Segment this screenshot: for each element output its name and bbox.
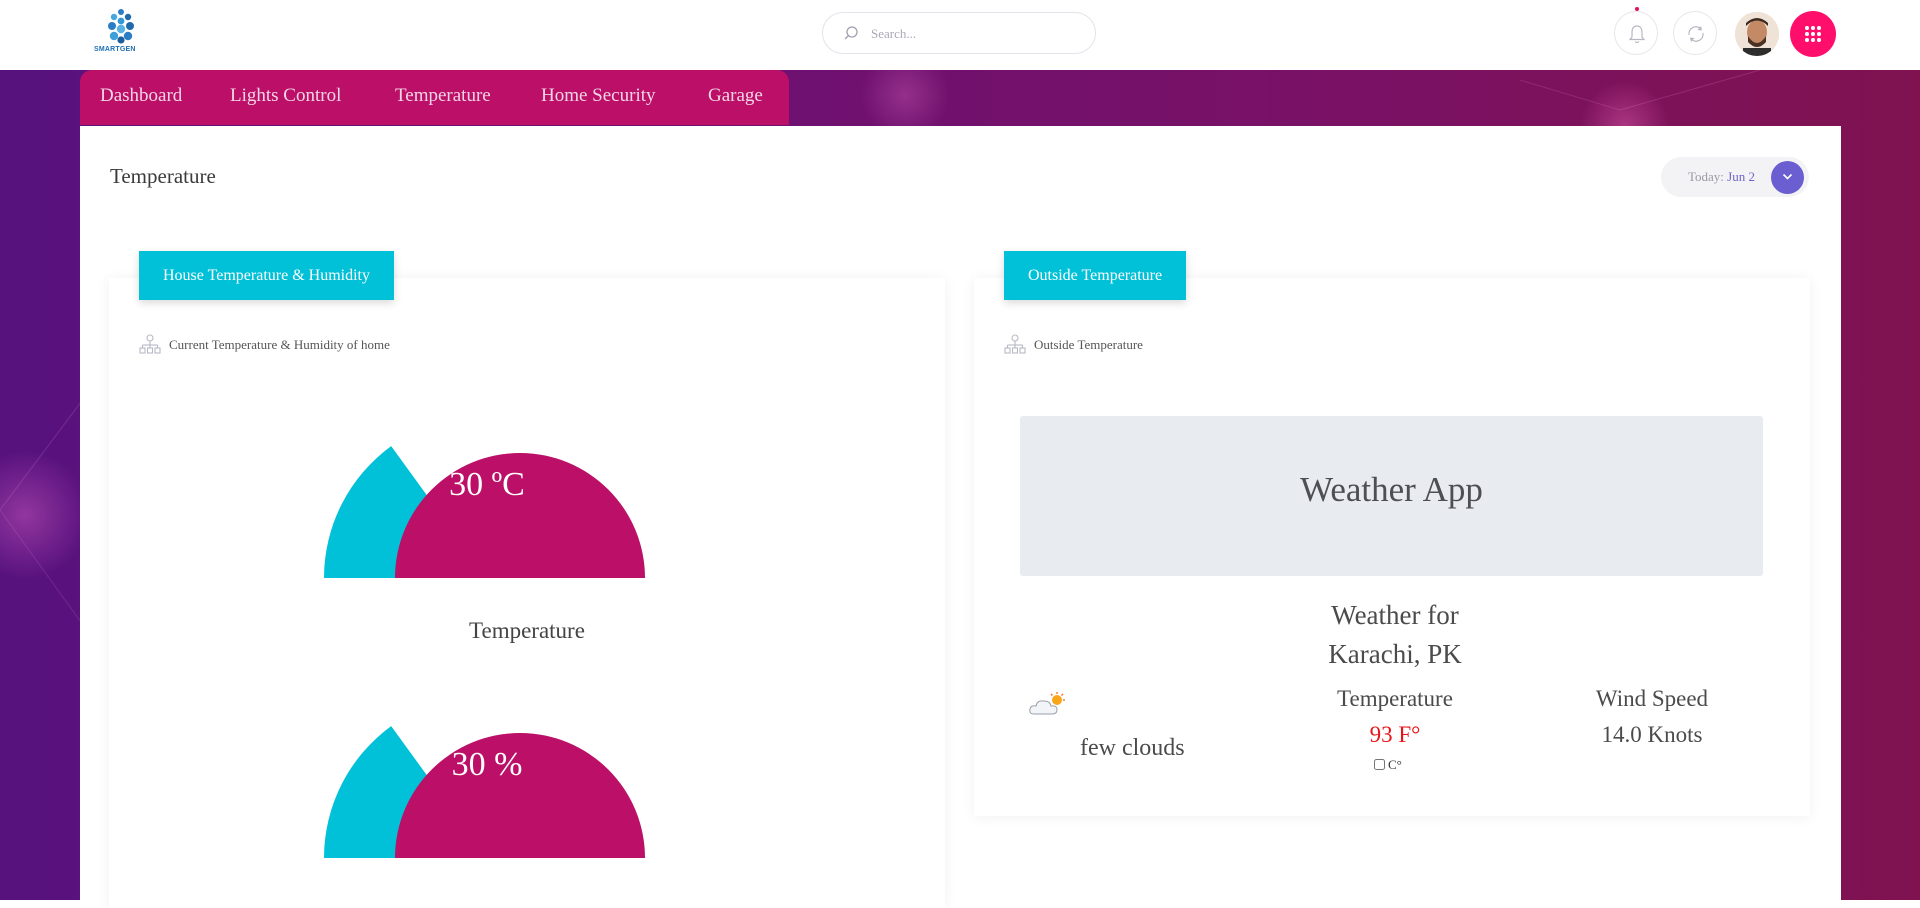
sitemap-icon [139, 334, 161, 354]
few-clouds-icon [1029, 692, 1065, 715]
top-header: SMARTGEN [0, 0, 1920, 70]
outside-card-tab: Outside Temperature [1004, 251, 1187, 300]
weather-temperature-value: 93 F° [1369, 722, 1421, 747]
sync-button[interactable] [1673, 11, 1717, 55]
weather-banner: Weather App [1020, 416, 1763, 576]
search-input[interactable] [869, 23, 1073, 45]
house-card-subtitle: Current Temperature & Humidity of home [169, 337, 390, 352]
house-card-tab: House Temperature & Humidity [139, 251, 394, 300]
date-dropdown-button[interactable] [1771, 161, 1804, 194]
notifications-button[interactable] [1614, 7, 1658, 55]
bell-icon [1628, 25, 1646, 44]
avatar[interactable] [1735, 12, 1779, 56]
nav-dashboard[interactable]: Dashboard [100, 85, 182, 107]
weather-location: Weather for Karachi, PK [1328, 600, 1462, 669]
humidity-gauge: 30 % [317, 668, 657, 868]
apps-grid-icon [1805, 26, 1821, 42]
weather-description: few clouds [1080, 735, 1185, 761]
main-nav: Dashboard Lights Control Temperature Hom… [80, 70, 789, 125]
wind-speed-label: Wind Speed [1595, 686, 1709, 711]
main-panel: Temperature Today: Jun 2 House Temperatu… [80, 126, 1841, 908]
celsius-checkbox[interactable] [1374, 759, 1385, 770]
weather-temperature-label: Temperature [1337, 686, 1453, 711]
page-title: Temperature [110, 164, 216, 188]
search-icon [844, 26, 858, 40]
temperature-gauge-value: 30 ºC [449, 466, 525, 503]
nav-lights-control[interactable]: Lights Control [230, 85, 341, 107]
date-selector[interactable]: Today: Jun 2 [1661, 157, 1809, 197]
house-temperature-card: House Temperature & Humidity Current Tem… [109, 251, 945, 908]
celsius-toggle[interactable]: C° [1374, 757, 1402, 773]
humidity-gauge-value: 30 % [451, 746, 523, 783]
nav-home-security[interactable]: Home Security [541, 85, 656, 107]
logo-text: SMARTGEN [94, 46, 136, 53]
notification-dot [1635, 7, 1639, 11]
outside-temperature-card: Outside Temperature Outside Temperature … [974, 251, 1810, 816]
apps-menu-button[interactable] [1790, 11, 1836, 57]
nav-garage[interactable]: Garage [708, 85, 763, 107]
sync-icon [1688, 26, 1704, 42]
date-value: Jun 2 [1727, 169, 1755, 184]
outside-card-subtitle: Outside Temperature [1034, 337, 1143, 352]
search-box[interactable] [822, 12, 1096, 54]
wind-speed-value: 14.0 Knots [1601, 722, 1703, 747]
nav-temperature[interactable]: Temperature [395, 85, 491, 107]
chevron-down-icon [1782, 173, 1793, 180]
sitemap-icon [1004, 334, 1026, 354]
temperature-gauge: 30 ºC [317, 388, 657, 588]
temperature-gauge-label: Temperature [469, 618, 585, 643]
date-label: Today: Jun 2 [1688, 169, 1755, 184]
weather-app-title: Weather App [1300, 470, 1483, 509]
